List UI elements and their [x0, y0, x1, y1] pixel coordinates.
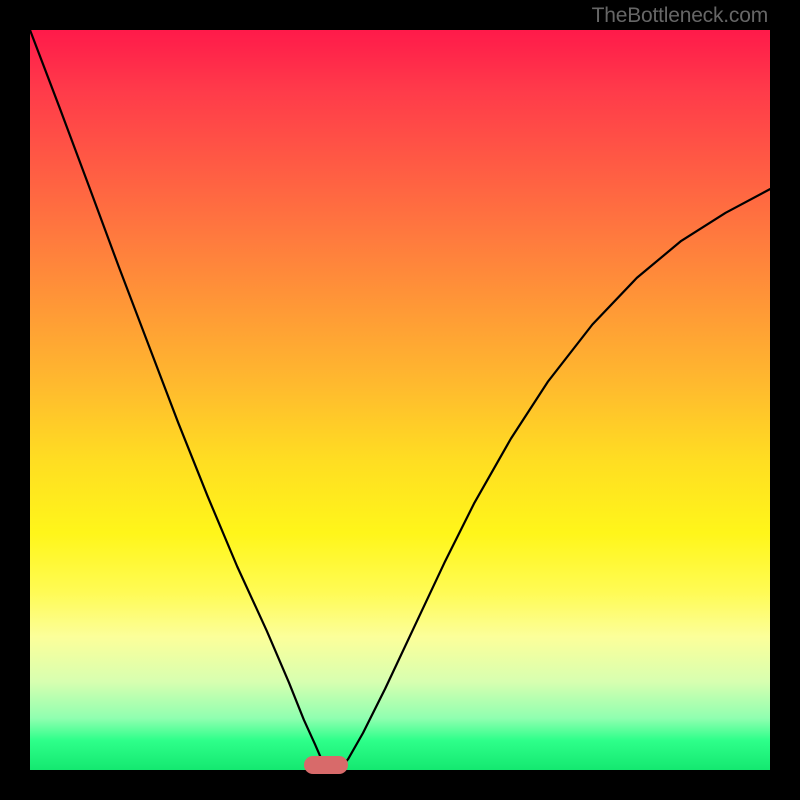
minimum-marker: [304, 756, 348, 774]
curve-right-branch: [339, 189, 770, 770]
plot-area: [30, 30, 770, 770]
watermark-text: TheBottleneck.com: [592, 4, 768, 28]
curve-left-branch: [30, 30, 328, 770]
bottleneck-curve: [30, 30, 770, 770]
chart-frame: TheBottleneck.com: [0, 0, 800, 800]
